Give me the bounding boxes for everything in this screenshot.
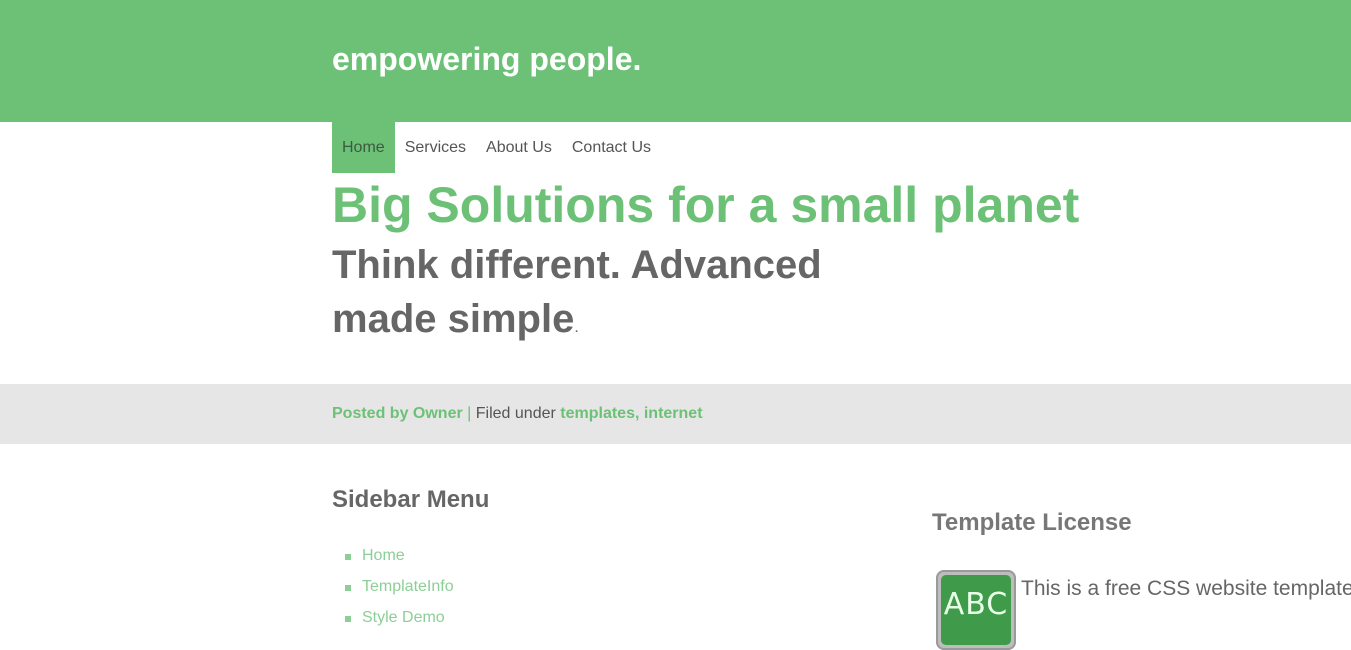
- bullet-icon: [345, 585, 351, 591]
- sidebar-item-home[interactable]: Home: [332, 541, 454, 572]
- post-meta: Posted by Owner | Filed under templates,…: [332, 404, 703, 424]
- site-title[interactable]: empowering people.: [332, 39, 641, 79]
- meta-separator: |: [467, 405, 472, 422]
- sidebar-menu: Home TemplateInfo Style Demo: [332, 541, 454, 634]
- category-links[interactable]: templates, internet: [560, 405, 702, 422]
- hero-subhead-period: .: [574, 319, 579, 336]
- bullet-icon: [345, 616, 351, 622]
- nav-item-home[interactable]: Home: [332, 122, 395, 173]
- sidebar-item-label: Home: [362, 547, 405, 564]
- sidebar-item-label: TemplateInfo: [362, 578, 454, 595]
- sidebar-item-label: Style Demo: [362, 609, 445, 626]
- abc-board-icon: ABC: [936, 570, 1016, 650]
- nav-item-about-us[interactable]: About Us: [476, 122, 562, 173]
- license-title: Template License: [932, 509, 1132, 536]
- sidebar-item-templateinfo[interactable]: TemplateInfo: [332, 572, 454, 603]
- sidebar-item-style-demo[interactable]: Style Demo: [332, 603, 454, 634]
- bullet-icon: [345, 554, 351, 560]
- chalkboard: ABC: [941, 575, 1011, 645]
- abc-icon-text: ABC: [943, 587, 1009, 622]
- posted-by: Posted by Owner: [332, 405, 463, 422]
- nav-item-services[interactable]: Services: [395, 122, 476, 173]
- sidebar-title: Sidebar Menu: [332, 486, 490, 513]
- filed-under-label: Filed under: [475, 405, 556, 422]
- nav-item-contact-us[interactable]: Contact Us: [562, 122, 661, 173]
- hero-subhead: Think different. Advanced made simple.: [332, 238, 872, 355]
- main-nav: Home Services About Us Contact Us: [332, 122, 661, 173]
- hero-headline: Big Solutions for a small planet: [332, 177, 1080, 233]
- license-text: This is a free CSS website template b: [1021, 577, 1351, 600]
- site-header: empowering people.: [0, 0, 1351, 122]
- post-meta-bar: Posted by Owner | Filed under templates,…: [0, 384, 1351, 444]
